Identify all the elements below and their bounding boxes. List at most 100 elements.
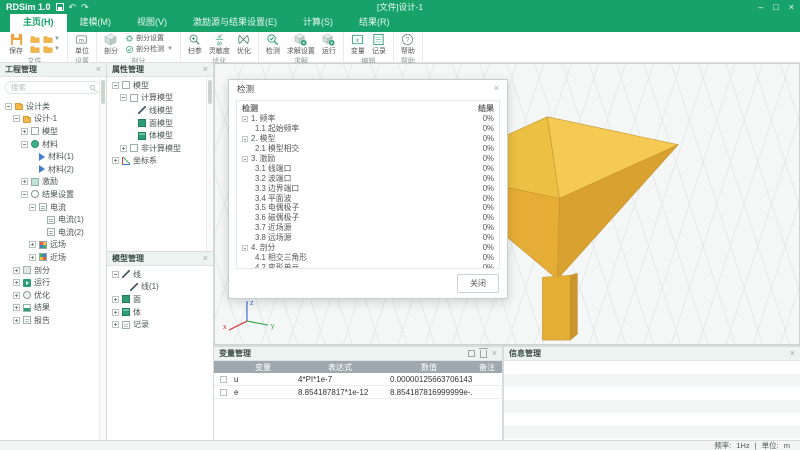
check-dialog-close-button[interactable]: 关闭 [457, 274, 499, 293]
collapse-icon[interactable] [29, 204, 36, 211]
project-tree-item-16[interactable]: 结果 [3, 302, 104, 315]
ribbon-button-扫参[interactable]: 扫参 [188, 33, 202, 56]
expand-icon[interactable] [13, 267, 20, 274]
row-checkbox[interactable] [220, 389, 227, 396]
project-tree-item-6[interactable]: 激励 [3, 176, 104, 189]
expand-icon[interactable] [13, 304, 20, 311]
collapse-icon[interactable] [242, 156, 248, 162]
quick-save-icon[interactable] [56, 3, 64, 11]
ribbon-button-变量[interactable]: x变量 [351, 33, 365, 56]
project-tree-item-14[interactable]: 运行 [3, 276, 104, 289]
model-panel-close-icon[interactable]: × [203, 254, 208, 263]
redo-icon[interactable]: ↷ [81, 2, 89, 13]
collapse-icon[interactable] [5, 103, 12, 110]
project-tree-item-3[interactable]: 材料 [3, 138, 104, 151]
project-panel-close-icon[interactable]: × [96, 65, 101, 74]
property-tree-item-4[interactable]: 体模型 [110, 129, 211, 142]
model-tree-item-3[interactable]: 体 [110, 306, 211, 319]
property-tree-item-1[interactable]: 计算模型 [110, 92, 211, 105]
property-tree-item-6[interactable]: 坐标系 [110, 155, 211, 168]
variable-panel-close-icon[interactable]: × [492, 349, 497, 358]
check-row-3[interactable]: 2.1 模型相交0% [242, 144, 494, 154]
property-tree-item-3[interactable]: 面模型 [110, 117, 211, 130]
check-dialog-close-icon[interactable]: × [494, 84, 499, 93]
ribbon-button-单位[interactable]: m单位 [75, 33, 89, 56]
project-tree-item-7[interactable]: 结果设置 [3, 188, 104, 201]
expand-icon[interactable] [120, 145, 127, 152]
menu-tab-5[interactable]: 结果(R) [346, 12, 403, 32]
variable-row-u[interactable]: u4*PI*1e-70.00000125663706143... [214, 373, 502, 386]
menu-tab-4[interactable]: 计算(S) [290, 12, 346, 32]
collapse-icon[interactable] [112, 82, 119, 89]
expand-icon[interactable] [112, 296, 119, 303]
collapse-icon[interactable] [112, 271, 119, 278]
check-row-15[interactable]: 4.2 变形单元0% [242, 262, 494, 269]
project-tree-item-12[interactable]: 近场 [3, 251, 104, 264]
menu-tab-2[interactable]: 视图(V) [124, 12, 180, 32]
expand-icon[interactable] [112, 309, 119, 316]
ribbon-button-运行[interactable]: 运行 [322, 33, 336, 56]
ribbon-button-求解设置[interactable]: 求解设置 [287, 33, 315, 56]
project-scrollbar[interactable] [99, 77, 106, 440]
check-row-12[interactable]: 3.8 远场源0% [242, 233, 494, 243]
search-input[interactable]: 搜索 [5, 81, 101, 94]
collapse-icon[interactable] [21, 191, 28, 198]
model-tree-item-1[interactable]: 线(1) [110, 281, 211, 294]
project-tree-item-15[interactable]: 优化 [3, 289, 104, 302]
menu-tab-1[interactable]: 建模(M) [67, 12, 125, 32]
project-tree-item-1[interactable]: 设计-1 [3, 113, 104, 126]
project-tree-item-17[interactable]: 报告 [3, 314, 104, 327]
menu-tab-3[interactable]: 激励源与结果设置(E) [180, 12, 290, 32]
collapse-icon[interactable] [21, 141, 28, 148]
property-tree-item-0[interactable]: 模型 [110, 79, 211, 92]
collapse-icon[interactable] [242, 116, 248, 122]
project-tree-item-13[interactable]: 剖分 [3, 264, 104, 277]
collapse-icon[interactable] [13, 115, 20, 122]
info-panel-close-icon[interactable]: × [790, 349, 795, 358]
minimize-button[interactable]: – [758, 2, 763, 12]
property-panel-close-icon[interactable]: × [203, 65, 208, 74]
collapse-icon[interactable] [242, 136, 248, 142]
expand-icon[interactable] [112, 321, 119, 328]
ribbon-folder-button-4[interactable]: ▼ [43, 44, 60, 54]
ribbon-button-剖分[interactable]: 剖分 [104, 33, 118, 56]
ribbon-button-优化[interactable]: 优化 [237, 33, 251, 56]
menu-tab-0[interactable]: 主页(H) [10, 12, 67, 32]
expand-icon[interactable] [21, 128, 28, 135]
expand-icon[interactable] [29, 241, 36, 248]
ribbon-button-保存[interactable]: 保存 [9, 33, 23, 56]
check-row-1[interactable]: 1.1 起始频率0% [242, 124, 494, 134]
expand-icon[interactable] [21, 178, 28, 185]
collapse-icon[interactable] [120, 94, 127, 101]
expand-icon[interactable] [29, 254, 36, 261]
variable-row-e[interactable]: e8.854187817*1e-128.854187816999999e-... [214, 386, 502, 399]
close-button[interactable]: × [789, 2, 794, 12]
project-tree-item-5[interactable]: 材料(2) [3, 163, 104, 176]
expand-icon[interactable] [112, 157, 119, 164]
ribbon-button-帮助[interactable]: ?帮助 [401, 33, 415, 56]
ribbon-folder-button-3[interactable] [30, 44, 40, 54]
expand-icon[interactable] [13, 292, 20, 299]
expand-icon[interactable] [13, 279, 20, 286]
project-tree-item-10[interactable]: 电流(2) [3, 226, 104, 239]
property-tree-item-5[interactable]: 非计算模型 [110, 142, 211, 155]
undo-icon[interactable]: ↶ [69, 2, 77, 13]
variable-panel-expand-icon[interactable] [468, 350, 475, 357]
maximize-button[interactable]: □ [773, 2, 778, 12]
model-tree-item-2[interactable]: 面 [110, 293, 211, 306]
collapse-icon[interactable] [242, 245, 248, 251]
ribbon-button-剖分检测[interactable]: 剖分检测▼ [125, 44, 173, 54]
ribbon-button-剖分设置[interactable]: 剖分设置 [125, 33, 173, 43]
project-tree-item-2[interactable]: 模型 [3, 125, 104, 138]
property-scrollbar[interactable] [206, 77, 213, 251]
row-checkbox[interactable] [220, 376, 227, 383]
property-tree-item-2[interactable]: 线模型 [110, 104, 211, 117]
ribbon-button-灵敏度[interactable]: ∂f∂p灵敏度 [209, 33, 230, 56]
expand-icon[interactable] [13, 317, 20, 324]
ribbon-folder-button-2[interactable]: ▼ [43, 34, 60, 44]
ribbon-button-检测[interactable]: 检测 [266, 33, 280, 56]
model-tree-item-0[interactable]: 线 [110, 268, 211, 281]
3d-viewport[interactable]: z x y 检测 × 检测 结果 1. 频率0%1.1 起 [214, 63, 800, 345]
project-tree-item-9[interactable]: 电流(1) [3, 213, 104, 226]
ribbon-folder-button-1[interactable] [30, 34, 40, 44]
